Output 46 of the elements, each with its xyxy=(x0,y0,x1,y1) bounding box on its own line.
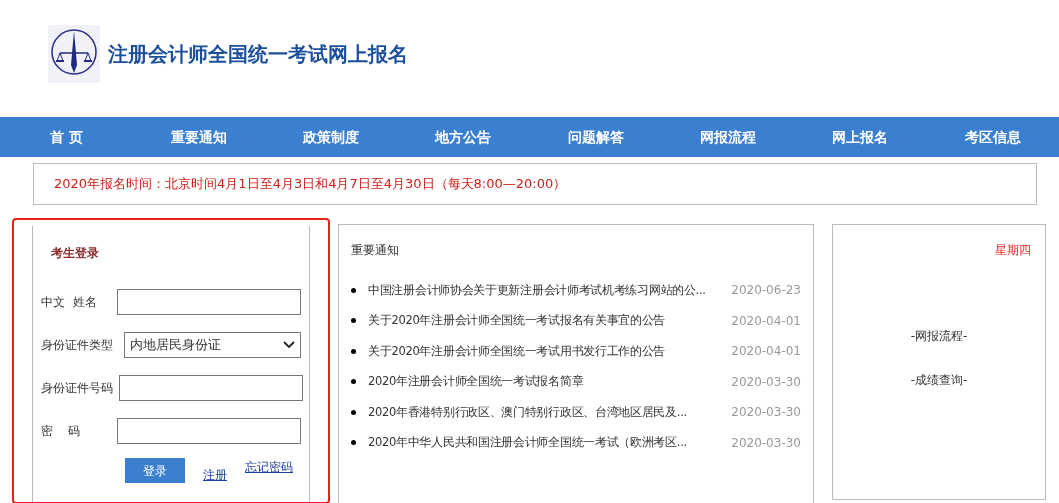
bullet-icon xyxy=(351,440,356,446)
id-type-select[interactable]: 内地居民身份证 xyxy=(123,331,301,358)
news-link[interactable]: 2020年香港特别行政区、澳门特别行政区、台湾地区居民及... xyxy=(368,403,722,421)
chevron-down-icon xyxy=(283,340,295,349)
news-date: 2020-04-01 xyxy=(731,343,801,361)
news-link[interactable]: 2020年中华人民共和国注册会计师全国统一考试（欧洲考区... xyxy=(368,434,722,452)
nav-link[interactable]: 问题解答 xyxy=(529,117,662,157)
weekday-text: 星期四 xyxy=(995,242,1031,259)
news-link[interactable]: 中国注册会计师协会关于更新注册会计师考试机考练习网站的公... xyxy=(368,281,722,299)
site-title: 注册会计师全国统一考试网上报名 xyxy=(108,40,408,68)
bullet-icon xyxy=(351,287,356,293)
login-button[interactable]: 登录 xyxy=(125,458,185,483)
field-label: 身份证件号码 xyxy=(41,379,113,397)
news-link[interactable]: 2020年注册会计师全国统一考试报名简章 xyxy=(368,373,722,391)
forgot-password-link[interactable]: 忘记密码 xyxy=(245,458,293,476)
news-link[interactable]: 关于2020年注册会计师全国统一考试报名有关事宜的公告 xyxy=(368,312,722,330)
input-field[interactable] xyxy=(117,417,301,444)
nav-link[interactable]: 网上报名 xyxy=(794,117,927,157)
field-label: 身份证件类型 xyxy=(41,336,114,354)
nav-link[interactable]: 首 页 xyxy=(0,117,133,157)
news-date: 2020-03-30 xyxy=(731,404,801,422)
news-date: 2020-04-01 xyxy=(731,312,801,330)
input-field[interactable] xyxy=(117,288,301,315)
bullet-icon xyxy=(351,409,356,415)
nav-link[interactable]: 考区信息 xyxy=(926,117,1059,157)
bullet-icon xyxy=(351,318,356,324)
scales-emblem-logo xyxy=(48,24,100,83)
news-date: 2020-03-30 xyxy=(731,434,801,452)
login-title: 考生登录 xyxy=(51,245,99,262)
news-link[interactable]: 关于2020年注册会计师全国统一考试用书发行工作的公告 xyxy=(368,342,722,360)
news-date: 2020-03-30 xyxy=(731,373,801,391)
news-date: 2020-06-23 xyxy=(731,282,801,300)
side-link[interactable]: -网报流程- xyxy=(910,327,968,345)
side-link[interactable]: -成绩查询- xyxy=(910,371,968,389)
bullet-icon xyxy=(351,379,356,385)
notice-bar: 2020年报名时间：北京时间4月1日至4月3日和4月7日至4月30日（每天8:00—20:00） xyxy=(33,163,1037,205)
field-label: 中文 姓名 xyxy=(41,293,98,311)
bullet-icon xyxy=(351,348,356,354)
news-title: 重要通知 xyxy=(351,242,399,259)
nav-link[interactable]: 政策制度 xyxy=(264,117,398,157)
field-label: 密 码 xyxy=(41,422,82,440)
nav-link[interactable]: 地方公告 xyxy=(397,117,530,157)
nav-link[interactable]: 重要通知 xyxy=(132,117,265,157)
input-field[interactable] xyxy=(119,374,303,401)
nav-link[interactable]: 网报流程 xyxy=(661,117,795,157)
register-link[interactable]: 注册 xyxy=(203,466,227,484)
